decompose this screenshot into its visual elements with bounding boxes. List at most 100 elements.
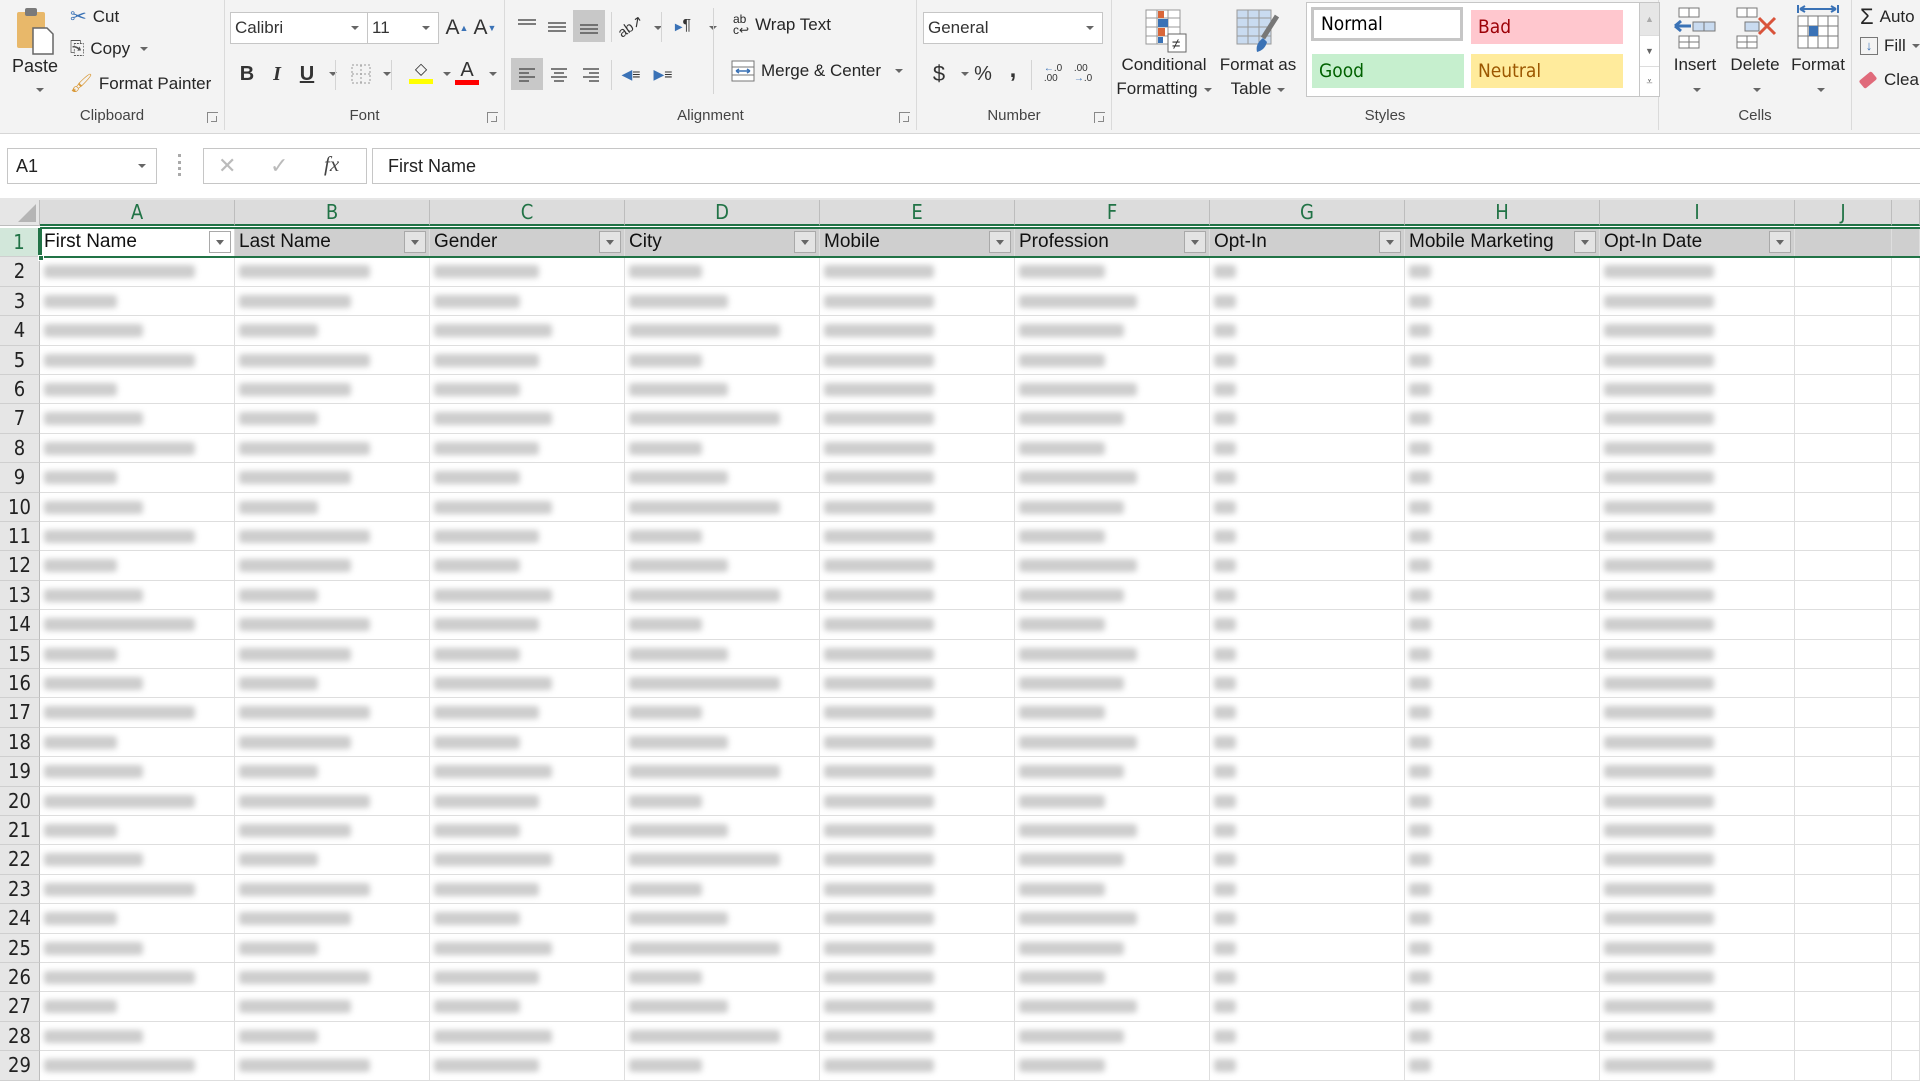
table-cell[interactable] [1210, 816, 1405, 846]
table-header-cell[interactable]: Profession [1015, 228, 1210, 258]
table-cell[interactable] [625, 1021, 820, 1052]
table-cell[interactable] [1600, 463, 1795, 493]
table-cell[interactable] [40, 551, 235, 581]
table-cell[interactable] [1405, 345, 1600, 375]
table-cell[interactable] [1210, 786, 1405, 816]
table-cell[interactable] [820, 757, 1015, 787]
table-cell[interactable] [625, 375, 820, 405]
table-cell[interactable] [1600, 580, 1795, 611]
row-header-14[interactable]: 14 [0, 610, 40, 640]
table-cell[interactable] [40, 1051, 235, 1081]
column-header-h[interactable]: H [1405, 200, 1600, 226]
table-cell[interactable] [1600, 286, 1795, 317]
table-cell[interactable] [235, 610, 430, 640]
table-cell[interactable] [1210, 1021, 1405, 1052]
table-cell[interactable] [430, 874, 625, 905]
table-header-cell[interactable] [1795, 228, 1892, 258]
filter-dropdown-icon[interactable] [404, 231, 426, 253]
row-header-25[interactable]: 25 [0, 933, 40, 963]
table-cell[interactable] [430, 286, 625, 317]
table-cell[interactable] [1015, 874, 1210, 905]
column-header-d[interactable]: D [625, 200, 820, 226]
table-cell[interactable] [1892, 963, 1920, 993]
table-cell[interactable] [1210, 698, 1405, 728]
table-cell[interactable] [1600, 698, 1795, 728]
fill-handle[interactable] [38, 255, 44, 262]
font-color-button[interactable]: A [453, 58, 481, 86]
table-cell[interactable] [1015, 433, 1210, 464]
table-cell[interactable] [820, 727, 1015, 758]
table-cell[interactable] [1210, 345, 1405, 375]
table-cell[interactable] [1405, 580, 1600, 611]
table-cell[interactable] [1892, 257, 1920, 287]
format-as-table-button[interactable]: Format as Table [1216, 0, 1300, 104]
column-header-b[interactable]: B [235, 200, 430, 226]
format-button[interactable]: Format [1787, 0, 1849, 104]
table-cell[interactable] [625, 963, 820, 993]
table-cell[interactable] [1015, 992, 1210, 1022]
table-cell[interactable] [1210, 286, 1405, 317]
table-header-cell[interactable]: First Name [40, 228, 235, 258]
table-cell[interactable] [1405, 933, 1600, 963]
paste-button[interactable] [10, 6, 60, 58]
table-cell[interactable] [1015, 1021, 1210, 1052]
table-cell[interactable] [40, 375, 235, 405]
alignment-dialog-launcher-icon[interactable] [899, 112, 910, 123]
cancel-icon[interactable]: ✕ [218, 153, 236, 179]
wrap-text-button[interactable]: ab c↩ Wrap Text [733, 13, 831, 36]
row-header-9[interactable]: 9 [0, 463, 40, 493]
autosum-button[interactable]: Σ Auto [1860, 4, 1915, 30]
filter-dropdown-icon[interactable] [209, 231, 231, 253]
table-cell[interactable] [820, 786, 1015, 816]
table-cell[interactable] [1210, 757, 1405, 787]
table-cell[interactable] [430, 904, 625, 934]
table-cell[interactable] [625, 1051, 820, 1081]
table-cell[interactable] [625, 580, 820, 611]
table-cell[interactable] [430, 933, 625, 963]
paste-label[interactable]: Paste [12, 56, 58, 77]
table-cell[interactable] [1795, 433, 1892, 464]
table-cell[interactable] [235, 580, 430, 611]
table-cell[interactable] [1015, 610, 1210, 640]
table-cell[interactable] [1210, 639, 1405, 669]
table-cell[interactable] [1600, 433, 1795, 464]
table-cell[interactable] [1600, 757, 1795, 787]
table-cell[interactable] [1015, 257, 1210, 287]
table-cell[interactable] [235, 992, 430, 1022]
table-cell[interactable] [625, 992, 820, 1022]
row-header-27[interactable]: 27 [0, 992, 40, 1022]
row-header-18[interactable]: 18 [0, 727, 40, 758]
table-cell[interactable] [1405, 963, 1600, 993]
table-cell[interactable] [820, 992, 1015, 1022]
decrease-font-size-icon[interactable]: A ▼ [471, 14, 499, 42]
decrease-decimal-icon[interactable]: .00 →.0 [1069, 60, 1097, 88]
filter-dropdown-icon[interactable] [1769, 231, 1791, 253]
table-cell[interactable] [235, 375, 430, 405]
table-cell[interactable] [625, 727, 820, 758]
table-cell[interactable] [40, 874, 235, 905]
table-cell[interactable] [820, 639, 1015, 669]
table-cell[interactable] [235, 963, 430, 993]
table-cell[interactable] [1405, 286, 1600, 317]
table-cell[interactable] [1892, 404, 1920, 434]
table-cell[interactable] [820, 316, 1015, 346]
table-cell[interactable] [1892, 639, 1920, 669]
table-cell[interactable] [430, 669, 625, 699]
table-cell[interactable] [235, 551, 430, 581]
column-header-e[interactable]: E [820, 200, 1015, 226]
table-cell[interactable] [625, 904, 820, 934]
insert-function-icon[interactable]: fx [324, 152, 339, 177]
table-cell[interactable] [1015, 580, 1210, 611]
table-cell[interactable] [430, 816, 625, 846]
table-cell[interactable] [1795, 345, 1892, 375]
align-center-icon[interactable] [545, 60, 573, 88]
table-cell[interactable] [430, 551, 625, 581]
table-cell[interactable] [1600, 669, 1795, 699]
table-cell[interactable] [820, 286, 1015, 317]
table-cell[interactable] [1405, 669, 1600, 699]
borders-button[interactable] [347, 60, 375, 88]
table-header-cell[interactable]: Gender [430, 228, 625, 258]
table-cell[interactable] [40, 639, 235, 669]
table-cell[interactable] [1405, 257, 1600, 287]
table-cell[interactable] [1795, 845, 1892, 875]
